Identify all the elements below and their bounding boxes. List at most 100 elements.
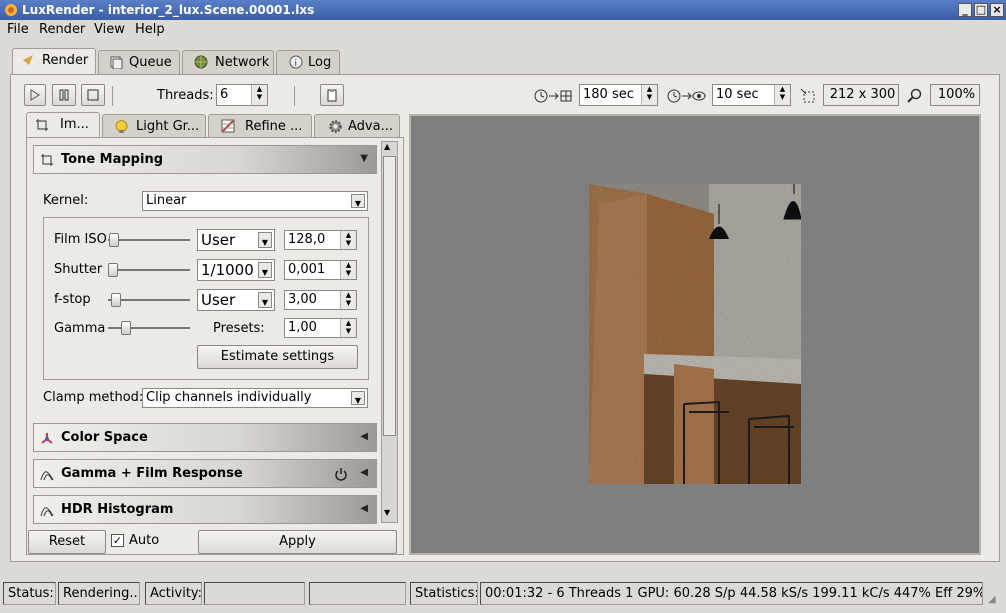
color-space-header[interactable]: Color Space ◀ [33, 423, 377, 452]
halt-time-spin-arrows[interactable]: ▲ ▼ [641, 85, 657, 105]
presets-label: Presets: [213, 321, 265, 336]
auto-label: Auto [129, 533, 160, 548]
title-bar: LuxRender - interior_2_lux.Scene.00001.l… [0, 0, 1006, 20]
film-iso-slider[interactable] [108, 233, 190, 247]
fstop-preset-value: User [201, 291, 236, 309]
scroll-up-icon[interactable]: ▲ [384, 142, 390, 151]
luxrender-app-icon [5, 4, 17, 16]
chevron-down-icon: ▼ [360, 153, 368, 164]
display-interval-icon [667, 89, 706, 103]
film-iso-slider-knob[interactable] [109, 233, 120, 247]
refine-icon [221, 119, 235, 133]
kernel-value: Linear [146, 193, 187, 208]
tab-network[interactable]: Network [182, 50, 274, 74]
film-iso-spin-arrows[interactable]: ▲ ▼ [340, 231, 356, 249]
close-button[interactable]: × [990, 3, 1004, 17]
power-toggle-icon[interactable] [334, 467, 348, 481]
tab-log-label: Log [308, 55, 332, 70]
status-value: Rendering... [58, 582, 140, 605]
gamma-spin-arrows[interactable]: ▲ ▼ [340, 319, 356, 337]
fstop-spinbox[interactable]: 3,00 ▲ ▼ [284, 290, 357, 310]
fstop-preset-select[interactable]: User ▼ [197, 289, 275, 311]
hdr-histogram-title: HDR Histogram [61, 502, 174, 517]
tab-render[interactable]: Render [12, 48, 96, 75]
menu-view[interactable]: View [94, 22, 125, 37]
panel-scrollbar[interactable]: ▲ ▼ [381, 141, 398, 523]
scroll-down-icon[interactable]: ▼ [384, 508, 390, 517]
copy-to-clipboard-button[interactable] [320, 84, 344, 106]
gamma-slider-knob[interactable] [120, 321, 131, 335]
menu-render[interactable]: Render [39, 22, 85, 37]
subtab-light-groups-label: Light Gr... [136, 119, 200, 134]
tone-mapping-header[interactable]: Tone Mapping ▼ [33, 145, 377, 174]
subtab-refine[interactable]: Refine ... [208, 114, 312, 137]
tab-queue-label: Queue [129, 55, 172, 70]
fstop-slider[interactable] [108, 293, 190, 307]
display-interval-spinbox[interactable]: 10 sec ▲ ▼ [712, 84, 791, 106]
gamma-film-response-header[interactable]: Gamma + Film Response ◀ [33, 459, 377, 488]
info-icon: i [289, 55, 303, 69]
start-button[interactable] [24, 84, 46, 106]
play-icon [30, 89, 40, 101]
subtab-advanced-label: Adva... [348, 119, 393, 134]
reset-button[interactable]: Reset [28, 530, 106, 554]
resolution-icon [800, 88, 815, 103]
film-iso-preset-select[interactable]: User ▼ [197, 229, 275, 251]
hdr-histogram-header[interactable]: HDR Histogram ◀ [33, 495, 377, 524]
clamp-method-value: Clip channels individually [146, 390, 312, 405]
gamma-spinbox[interactable]: 1,00 ▲ ▼ [284, 318, 357, 338]
dropdown-arrow-icon: ▼ [351, 391, 365, 405]
film-iso-spinbox[interactable]: 128,0 ▲ ▼ [284, 230, 357, 250]
auto-checkbox[interactable]: ✓ [111, 534, 124, 547]
fstop-label: f-stop [54, 292, 91, 307]
shutter-preset-value: 1/1000 [201, 261, 254, 279]
threads-spinbox[interactable]: 6 ▲ ▼ [216, 84, 268, 106]
maximize-button[interactable]: □ [974, 3, 988, 17]
kernel-select[interactable]: Linear ▼ [142, 191, 368, 211]
tab-queue[interactable]: Queue [98, 50, 180, 74]
display-interval-spin-arrows[interactable]: ▲ ▼ [774, 85, 790, 105]
clamp-method-select[interactable]: Clip channels individually ▼ [142, 388, 368, 408]
shutter-slider[interactable] [108, 263, 190, 277]
threads-spin-arrows[interactable]: ▲ ▼ [251, 85, 267, 105]
estimate-settings-button[interactable]: Estimate settings [197, 345, 358, 369]
dropdown-arrow-icon: ▼ [351, 194, 365, 208]
shutter-preset-select[interactable]: 1/1000 ▼ [197, 259, 275, 281]
menu-help[interactable]: Help [135, 22, 165, 37]
render-viewport[interactable] [409, 114, 981, 555]
status-label: Status: [3, 582, 56, 605]
gamma-slider[interactable] [108, 321, 190, 335]
minimize-button[interactable]: _ [958, 3, 972, 17]
tab-log[interactable]: i Log [276, 50, 340, 74]
shutter-spin-arrows[interactable]: ▲ ▼ [340, 261, 356, 279]
fstop-spin-arrows[interactable]: ▲ ▼ [340, 291, 356, 309]
histogram-icon [40, 507, 54, 517]
menu-file[interactable]: File [7, 22, 29, 37]
halt-time-spinbox[interactable]: 180 sec ▲ ▼ [579, 84, 658, 106]
statistics-value: 00:01:32 - 6 Threads 1 GPU: 60.28 S/p 44… [480, 582, 983, 605]
pause-icon [59, 89, 69, 101]
shutter-spinbox[interactable]: 0,001 ▲ ▼ [284, 260, 357, 280]
scrollbar-thumb[interactable] [383, 156, 396, 436]
subtab-image[interactable]: Im... [26, 112, 100, 138]
shutter-slider-knob[interactable] [108, 263, 118, 277]
apply-button[interactable]: Apply [198, 530, 397, 554]
zoom-display: 100% [930, 84, 980, 106]
menu-bar: File Render View Help [0, 20, 1006, 40]
kernel-label: Kernel: [43, 193, 89, 208]
stop-button[interactable] [81, 84, 105, 106]
statistics-label: Statistics: [410, 582, 478, 605]
dropdown-arrow-icon: ▼ [258, 232, 272, 248]
subtab-light-groups[interactable]: Light Gr... [102, 114, 206, 137]
curve-icon [40, 471, 54, 481]
resolution-value: 212 x 300 [829, 87, 896, 102]
subtab-advanced[interactable]: Adva... [314, 114, 400, 137]
resize-grip-icon[interactable]: ◢ [988, 594, 1002, 608]
globe-icon [194, 55, 208, 69]
tone-mapping-title: Tone Mapping [61, 152, 164, 167]
clipboard-icon [327, 89, 337, 102]
fstop-slider-knob[interactable] [110, 293, 121, 307]
pause-button[interactable] [52, 84, 76, 106]
clamp-method-label: Clamp method: [43, 390, 144, 405]
rendered-image [589, 184, 801, 484]
